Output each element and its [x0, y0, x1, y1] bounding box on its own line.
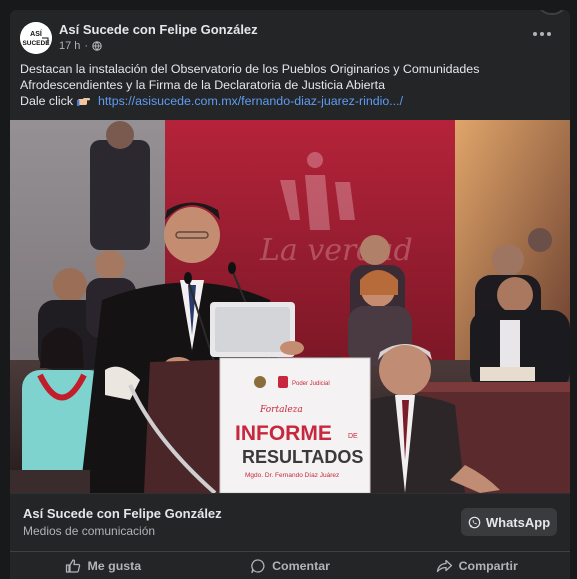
avatar-logo-icon: ASÍ SUCEDE: [20, 22, 52, 54]
pointing-hand-icon: [77, 98, 91, 106]
post-meta: 17 h ·: [59, 40, 102, 52]
like-label: Me gusta: [87, 558, 142, 573]
post-text: Destacan la instalación del Observatorio…: [20, 61, 560, 109]
post-cta: Dale click: [20, 94, 74, 108]
banner-de: DE: [348, 433, 358, 440]
link-preview-title[interactable]: Así Sucede con Felipe González: [23, 506, 222, 521]
link-preview[interactable]: Así Sucede con Felipe González Medios de…: [10, 493, 570, 551]
photo-illustration: La verdad Poder Judicial Fortaleza INFOR…: [10, 120, 570, 493]
avatar-text-line2: SUCEDE: [22, 40, 50, 47]
post-text-line3: Dale click https://asisucede.com.mx/fern…: [20, 93, 560, 109]
whatsapp-button[interactable]: WhatsApp: [461, 508, 557, 536]
comment-button[interactable]: Comentar: [197, 552, 384, 579]
banner-script-text: Fortaleza: [259, 405, 303, 415]
post-text-line2: Afrodescendientes y la Firma de la Decla…: [20, 78, 386, 92]
comment-icon: [251, 558, 265, 573]
post-text-line1: Destacan la instalación del Observatorio…: [20, 62, 480, 76]
meta-separator: ·: [84, 40, 89, 52]
whatsapp-button-label: WhatsApp: [485, 514, 551, 530]
comment-label: Comentar: [272, 558, 330, 573]
post-photo[interactable]: La verdad Poder Judicial Fortaleza INFOR…: [10, 120, 570, 493]
share-label: Compartir: [458, 558, 518, 573]
avatar[interactable]: ASÍ SUCEDE: [20, 22, 52, 54]
banner-small-text: Poder Judicial: [292, 381, 330, 387]
share-button[interactable]: Compartir: [383, 552, 570, 579]
thumbs-up-icon: [66, 558, 81, 573]
messenger-bubble-edge[interactable]: [537, 10, 567, 15]
post-link[interactable]: https://asisucede.com.mx/fernando-diaz-j…: [98, 94, 403, 108]
share-arrow-icon: [436, 559, 452, 572]
banner-line2: RESULTADOS: [242, 447, 363, 467]
post-card: ASÍ SUCEDE Así Sucede con Felipe Gonzále…: [10, 10, 570, 579]
banner-name: Mgdo. Dr. Fernando Díaz Juárez: [245, 472, 339, 479]
more-options-icon[interactable]: [530, 26, 554, 42]
like-button[interactable]: Me gusta: [10, 552, 197, 579]
post-time[interactable]: 17 h: [59, 40, 80, 52]
link-preview-subtitle: Medios de comunicación: [23, 524, 156, 538]
whatsapp-icon: [468, 516, 481, 528]
post-header: ASÍ SUCEDE Así Sucede con Felipe Gonzále…: [10, 22, 570, 58]
globe-icon: [92, 41, 102, 51]
avatar-text-line1: ASÍ: [30, 29, 43, 38]
post-actions: Me gusta Comentar Compartir: [10, 551, 570, 579]
post-author[interactable]: Así Sucede con Felipe González: [59, 22, 258, 37]
banner-line1: INFORME: [235, 422, 332, 445]
